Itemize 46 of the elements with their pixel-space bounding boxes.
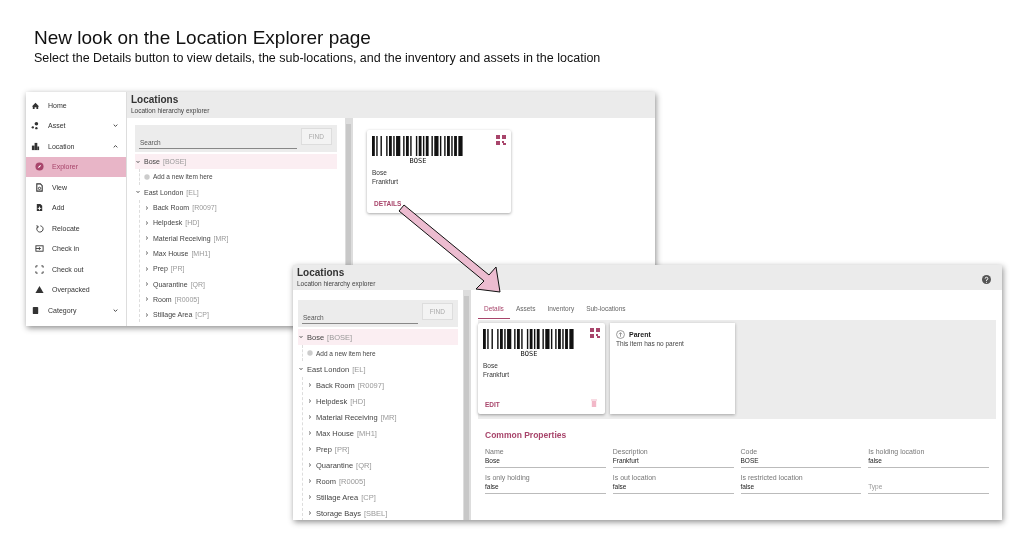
chevron-right-icon[interactable] bbox=[144, 311, 150, 318]
book-icon bbox=[31, 305, 40, 315]
page-title: Locations bbox=[297, 267, 346, 279]
chevron-down-icon[interactable] bbox=[298, 334, 304, 340]
chevron-right-icon[interactable] bbox=[307, 414, 313, 420]
scrollbar[interactable] bbox=[463, 290, 470, 520]
chevron-right-icon[interactable] bbox=[307, 430, 313, 436]
document-icon bbox=[35, 182, 44, 192]
chevron-right-icon[interactable] bbox=[307, 446, 313, 452]
chevron-right-icon[interactable] bbox=[144, 296, 150, 303]
building-icon bbox=[31, 141, 40, 151]
qr-code-icon[interactable] bbox=[590, 328, 600, 338]
chevron-down-icon[interactable] bbox=[135, 158, 141, 165]
up-arrow-icon bbox=[616, 330, 625, 339]
trash-icon[interactable] bbox=[591, 399, 597, 407]
chevron-right-icon[interactable] bbox=[307, 494, 313, 500]
help-icon[interactable] bbox=[982, 275, 991, 284]
qr-code-icon[interactable] bbox=[496, 135, 506, 145]
page-title: Locations bbox=[131, 94, 180, 106]
chevron-right-icon[interactable] bbox=[307, 510, 313, 516]
chevron-down-icon[interactable] bbox=[298, 366, 304, 372]
heading: New look on the Location Explorer page bbox=[34, 27, 371, 49]
chevron-right-icon[interactable] bbox=[144, 219, 150, 226]
chevron-right-icon[interactable] bbox=[144, 281, 150, 287]
chevron-right-icon[interactable] bbox=[307, 382, 313, 388]
chevron-right-icon[interactable] bbox=[307, 462, 313, 468]
circle-icon bbox=[144, 173, 150, 180]
warning-icon bbox=[35, 285, 44, 295]
chevron-right-icon[interactable] bbox=[144, 265, 150, 272]
chevron-right-icon[interactable] bbox=[144, 250, 150, 257]
circle-icon bbox=[307, 350, 313, 356]
chevron-right-icon[interactable] bbox=[144, 204, 150, 211]
rotate-icon bbox=[35, 223, 44, 233]
chevron-right-icon[interactable] bbox=[307, 398, 313, 404]
section-title: Common Properties bbox=[485, 430, 568, 440]
compass-icon bbox=[35, 162, 44, 172]
chevron-right-icon[interactable] bbox=[307, 478, 313, 484]
molecule-icon bbox=[31, 121, 40, 131]
home-icon bbox=[31, 100, 40, 110]
subheading: Select the Details button to view details, the sub-locations, and the inventory and assets in the location bbox=[34, 51, 601, 65]
scrollbar[interactable] bbox=[345, 118, 352, 265]
login-icon bbox=[35, 244, 44, 254]
corners-icon bbox=[35, 264, 44, 274]
chevron-right-icon[interactable] bbox=[144, 235, 150, 242]
document-icon bbox=[35, 203, 44, 213]
chevron-down-icon[interactable] bbox=[135, 189, 141, 196]
